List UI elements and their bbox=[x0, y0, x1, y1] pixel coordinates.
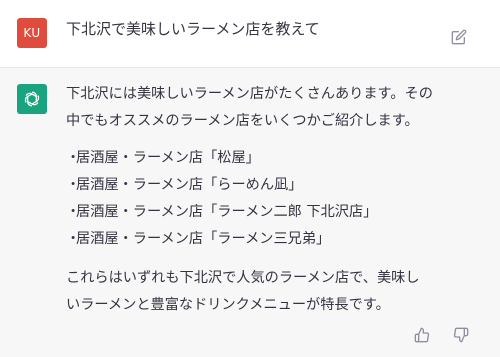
bullet: ・ bbox=[66, 177, 81, 193]
conversation: KU 下北沢で美味しいラーメン店を教えて 下北沢には美味しいラーメン店がたくさん… bbox=[0, 0, 500, 357]
list-item-text: 居酒屋・ラーメン店「らーめん凪」 bbox=[76, 177, 303, 193]
bullet: ・ bbox=[66, 204, 81, 220]
assistant-outro-line: これらはいずれも下北沢で人気のラーメン店で、美味し bbox=[66, 270, 420, 286]
user-message-text: 下北沢で美味しいラーメン店を教えて bbox=[66, 20, 320, 38]
bullet: ・ bbox=[66, 150, 81, 166]
assistant-outro-line: いラーメンと豊富なドリンクメニューが特長です。 bbox=[66, 297, 390, 313]
thumbs-up-icon bbox=[414, 327, 430, 343]
assistant-message-text: 下北沢には美味しいラーメン店がたくさんあります。その 中でもオススメのラーメン店… bbox=[66, 81, 476, 319]
bullet: ・ bbox=[66, 231, 81, 247]
user-message-row: KU 下北沢で美味しいラーメン店を教えて bbox=[0, 0, 500, 68]
assistant-intro: 下北沢には美味しいラーメン店がたくさんあります。その 中でもオススメのラーメン店… bbox=[66, 81, 476, 135]
assistant-message-row: 下北沢には美味しいラーメン店がたくさんあります。その 中でもオススメのラーメン店… bbox=[0, 68, 500, 357]
list-item: ・居酒屋・ラーメン店「らーめん凪」 bbox=[66, 172, 476, 199]
assistant-outro: これらはいずれも下北沢で人気のラーメン店で、美味し いラーメンと豊富なドリンクメ… bbox=[66, 265, 476, 319]
assistant-avatar bbox=[17, 84, 47, 114]
thumbs-down-button[interactable] bbox=[452, 326, 470, 344]
assistant-intro-line: 下北沢には美味しいラーメン店がたくさんあります。その bbox=[66, 86, 433, 102]
list-item-text: 居酒屋・ラーメン店「ラーメン三兄弟」 bbox=[76, 231, 331, 247]
list-item-text: 居酒屋・ラーメン店「ラーメン二郎 下北沢店」 bbox=[76, 204, 378, 220]
thumbs-down-icon bbox=[453, 327, 469, 343]
openai-logo-icon bbox=[24, 91, 40, 107]
edit-icon bbox=[451, 29, 467, 45]
restaurant-list: ・居酒屋・ラーメン店「松屋」 ・居酒屋・ラーメン店「らーめん凪」 ・居酒屋・ラー… bbox=[66, 145, 476, 253]
list-item: ・居酒屋・ラーメン店「松屋」 bbox=[66, 145, 476, 172]
thumbs-up-button[interactable] bbox=[413, 326, 431, 344]
list-item-text: 居酒屋・ラーメン店「松屋」 bbox=[76, 150, 260, 166]
edit-message-button[interactable] bbox=[450, 28, 468, 46]
list-item: ・居酒屋・ラーメン店「ラーメン三兄弟」 bbox=[66, 226, 476, 253]
list-item: ・居酒屋・ラーメン店「ラーメン二郎 下北沢店」 bbox=[66, 199, 476, 226]
assistant-intro-line: 中でもオススメのラーメン店をいくつかご紹介します。 bbox=[66, 113, 419, 129]
user-avatar: KU bbox=[17, 18, 47, 48]
